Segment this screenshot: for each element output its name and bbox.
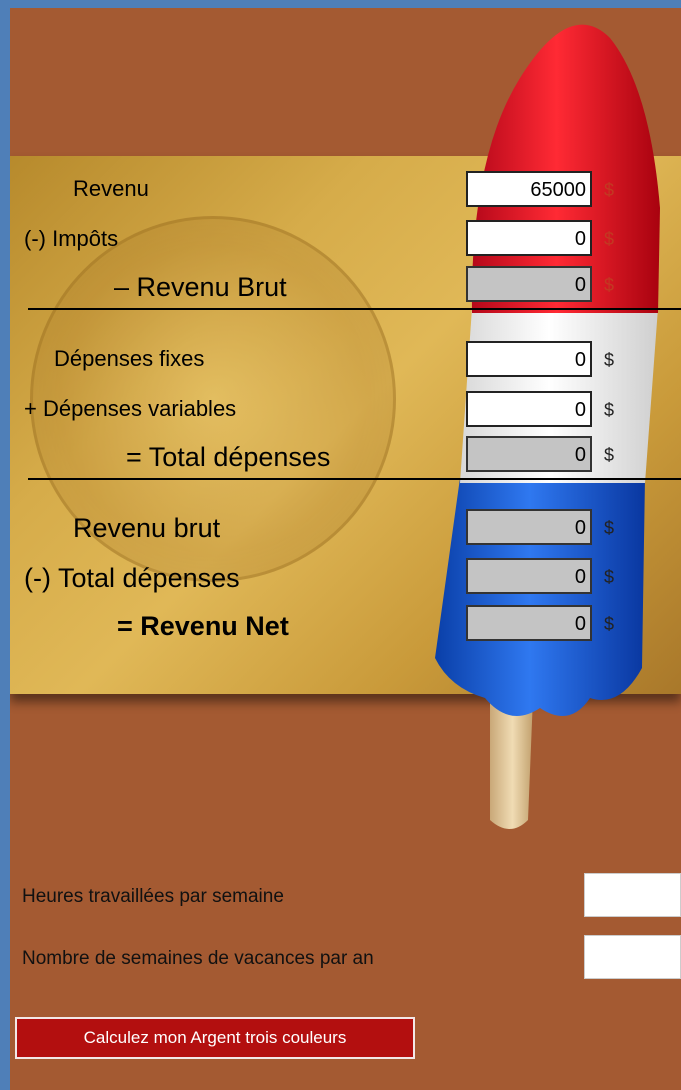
depenses-variables-label: + Dépenses variables: [24, 396, 237, 421]
net-revenu-brut-label: Revenu brut: [73, 513, 221, 543]
net-revenu-brut-output: 0: [466, 509, 592, 545]
depenses-fixes-input[interactable]: 0: [466, 341, 592, 377]
app-frame: Revenu 65000 $ (-) Impôts 0 $ – Revenu B…: [10, 8, 681, 1090]
revenu-brut-output: 0: [466, 266, 592, 302]
revenu-brut-label: – Revenu Brut: [114, 272, 287, 302]
currency-label: $: [604, 567, 615, 587]
vacation-weeks-label: Nombre de semaines de vacances par an: [22, 948, 374, 969]
divider: [28, 478, 681, 480]
hours-per-week-input[interactable]: [584, 873, 681, 917]
net-total-depenses-label: (-) Total dépenses: [24, 563, 240, 593]
depenses-variables-input[interactable]: 0: [466, 391, 592, 427]
currency-label: $: [604, 518, 615, 538]
vacation-weeks-input[interactable]: [584, 935, 681, 979]
impots-label: (-) Impôts: [24, 226, 119, 251]
net-total-depenses-output: 0: [466, 558, 592, 594]
currency-label: $: [604, 350, 615, 370]
currency-label: $: [604, 400, 615, 420]
divider: [28, 308, 681, 310]
currency-label: $: [604, 229, 615, 249]
total-depenses-label: = Total dépenses: [126, 442, 331, 472]
calculate-button[interactable]: Calculez mon Argent trois couleurs: [15, 1017, 415, 1059]
revenu-net-label: = Revenu Net: [117, 611, 289, 641]
currency-label: $: [604, 614, 615, 634]
revenu-input[interactable]: 65000: [466, 171, 592, 207]
total-depenses-output: 0: [466, 436, 592, 472]
currency-label: $: [604, 445, 615, 465]
impots-input[interactable]: 0: [466, 220, 592, 256]
currency-label: $: [604, 275, 615, 295]
depenses-fixes-label: Dépenses fixes: [54, 346, 205, 371]
hours-per-week-label: Heures travaillées par semaine: [22, 886, 284, 907]
revenu-label: Revenu: [73, 176, 149, 201]
revenu-net-output: 0: [466, 605, 592, 641]
currency-label: $: [604, 180, 615, 200]
